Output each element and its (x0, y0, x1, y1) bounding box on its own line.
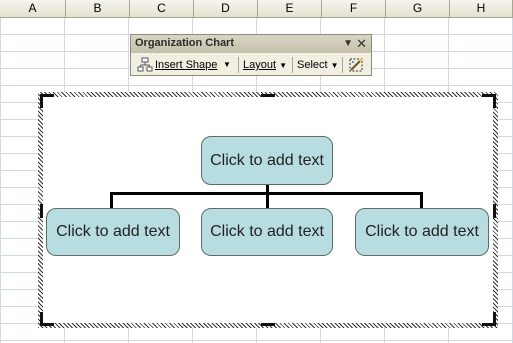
resize-handle-right[interactable] (493, 204, 496, 218)
insert-shape-dropdown-icon[interactable]: ▼ (223, 56, 235, 74)
org-chart-toolbar: Organization Chart ▼ ✕ Insert Shape ▼ La… (130, 34, 372, 76)
org-shape-icon (137, 57, 153, 72)
column-header-e[interactable]: E (258, 0, 322, 17)
connector-line (420, 192, 423, 208)
resize-handle-left[interactable] (40, 204, 43, 218)
column-header-g[interactable]: G (386, 0, 450, 17)
org-box-middle[interactable]: Click to add text (201, 208, 333, 256)
column-header-a[interactable]: A (0, 0, 66, 17)
column-header-c[interactable]: C (130, 0, 194, 17)
toolbar-separator (342, 57, 343, 73)
resize-handle-top-right[interactable] (482, 94, 496, 108)
resize-handle-top-left[interactable] (40, 94, 54, 108)
toolbar-close-icon[interactable]: ✕ (356, 36, 367, 52)
org-box-right[interactable]: Click to add text (355, 208, 489, 256)
layout-dropdown-icon: ▼ (279, 61, 288, 70)
select-menu-button[interactable]: Select ▼ (297, 56, 339, 74)
connector-line (266, 192, 269, 208)
column-header-d[interactable]: D (194, 0, 258, 17)
toolbar-options-arrow-icon[interactable]: ▼ (343, 38, 353, 49)
select-dropdown-icon: ▼ (330, 61, 339, 70)
toolbar-separator (238, 57, 239, 73)
toolbar-title: Organization Chart (135, 37, 235, 49)
resize-handle-top[interactable] (261, 94, 275, 97)
column-header-bar: A B C D E F G H (0, 0, 513, 18)
select-label: Select (297, 59, 328, 71)
toolbar-title-bar[interactable]: Organization Chart ▼ ✕ (131, 35, 371, 53)
insert-shape-button[interactable]: Insert Shape (135, 56, 235, 74)
layout-menu-button[interactable]: Layout ▼ (243, 56, 289, 74)
org-box-top[interactable]: Click to add text (201, 136, 333, 185)
column-header-f[interactable]: F (322, 0, 386, 17)
autoformat-button[interactable] (347, 56, 367, 74)
resize-handle-bottom[interactable] (261, 323, 275, 326)
insert-shape-label: Insert Shape (155, 59, 218, 71)
resize-handle-bottom-right[interactable] (482, 312, 496, 326)
org-box-left[interactable]: Click to add text (46, 208, 180, 256)
org-chart-drawing-frame[interactable]: Click to add text Click to add text Clic… (38, 92, 498, 328)
autoformat-icon (349, 58, 363, 72)
column-header-h[interactable]: H (450, 0, 513, 17)
resize-handle-bottom-left[interactable] (40, 312, 54, 326)
column-header-b[interactable]: B (66, 0, 130, 17)
connector-line (110, 192, 113, 208)
layout-label: Layout (243, 59, 277, 71)
toolbar-separator (292, 57, 293, 73)
toolbar-buttons-row: Insert Shape ▼ Layout ▼ Select ▼ (131, 54, 371, 76)
